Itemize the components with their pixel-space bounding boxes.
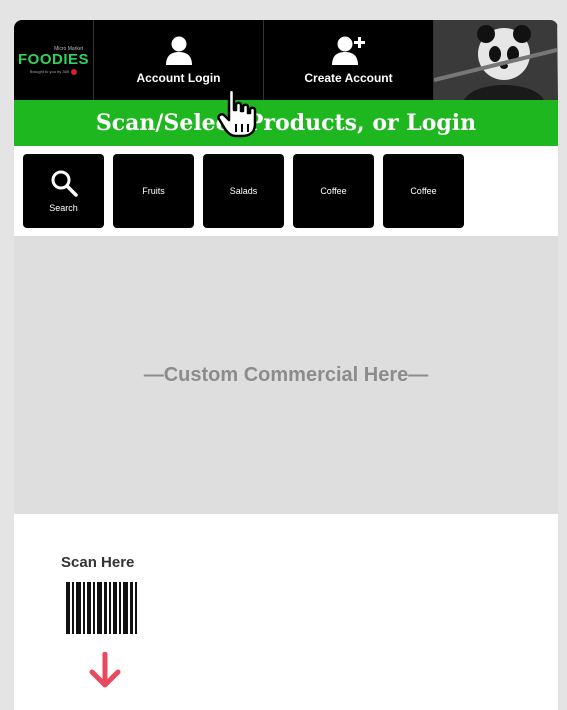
search-button[interactable]: Search xyxy=(23,154,104,228)
panda-photo xyxy=(434,20,558,100)
category-bar: Search Fruits Salads Coffee Coffee xyxy=(14,146,558,236)
foodies-logo: Micro Market FOODIES Brought to you by 3… xyxy=(14,20,94,100)
category-coffee-2[interactable]: Coffee xyxy=(383,154,464,228)
search-icon xyxy=(51,170,78,197)
create-account-label: Create Account xyxy=(304,71,393,85)
scan-title: Scan Here xyxy=(61,554,135,571)
category-label: Fruits xyxy=(142,186,165,196)
logo-brand: FOODIES xyxy=(17,50,89,68)
commercial-placeholder: —Custom Commercial Here— xyxy=(143,363,429,386)
search-label: Search xyxy=(49,203,78,213)
scan-section: Scan Here xyxy=(14,514,558,710)
create-account-button[interactable]: Create Account xyxy=(264,20,434,100)
kiosk-frame: Micro Market FOODIES Brought to you by 3… xyxy=(14,20,558,710)
category-label: Salads xyxy=(229,186,258,196)
category-salads[interactable]: Salads xyxy=(203,154,284,228)
brand-dot-icon xyxy=(71,68,78,75)
category-fruits[interactable]: Fruits xyxy=(113,154,194,228)
category-label: Coffee xyxy=(410,186,437,196)
user-plus-icon xyxy=(331,36,365,65)
account-login-label: Account Login xyxy=(136,71,221,85)
arrow-down-icon xyxy=(89,652,121,688)
hand-pointer-cursor-icon xyxy=(217,88,257,138)
commercial-area: —Custom Commercial Here— xyxy=(14,236,558,514)
logo-sub-text: Brought to you by 365 xyxy=(29,69,70,74)
category-coffee[interactable]: Coffee xyxy=(293,154,374,228)
logo-sub: Brought to you by 365 xyxy=(29,68,78,75)
user-icon xyxy=(165,36,192,65)
top-bar: Micro Market FOODIES Brought to you by 3… xyxy=(14,20,558,100)
instruction-banner: Scan/Select Products, or Login xyxy=(14,100,558,146)
barcode-icon xyxy=(66,582,137,634)
category-label: Coffee xyxy=(320,186,347,196)
